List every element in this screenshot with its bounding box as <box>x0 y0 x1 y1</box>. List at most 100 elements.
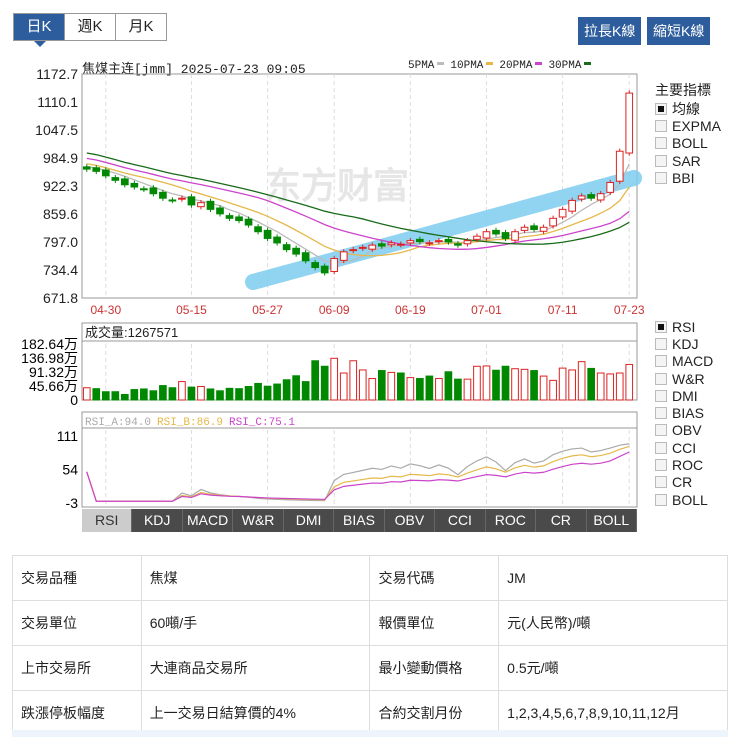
rsi-legend: RSI_A:94.0 <box>85 417 151 429</box>
rsi-line-24 <box>86 451 630 502</box>
indicator-label: 均線 <box>672 100 700 117</box>
sub-indicator-item[interactable]: DMI <box>655 387 713 404</box>
sub-indicator-item[interactable]: W&R <box>655 370 713 387</box>
main-indicator-item[interactable]: BOLL <box>655 135 721 152</box>
price-tick: 734.4 <box>43 262 78 278</box>
candle <box>168 199 177 202</box>
checkbox[interactable] <box>655 154 667 167</box>
checkbox[interactable] <box>655 441 667 454</box>
table-value: 1,2,3,4,5,6,7,8,9,10,11,12月 <box>498 690 728 736</box>
volume-bar <box>530 370 538 401</box>
table-value: 大連商品交易所 <box>140 645 371 691</box>
checkbox[interactable] <box>655 119 667 132</box>
price-tick: 1172.7 <box>36 66 78 82</box>
indicator-label: BBI <box>672 169 695 186</box>
volume-bar <box>301 381 310 401</box>
checkbox[interactable] <box>655 459 667 472</box>
main-indicator-item[interactable]: BBI <box>655 169 721 186</box>
candle <box>606 182 615 193</box>
candle <box>149 187 158 195</box>
sub-indicator-panel: RSI KDJ MACD W&R DMI BIAS OBV CCI ROC CR BOLL <box>655 318 713 508</box>
footer-bar <box>12 730 728 737</box>
volume-bar <box>235 388 243 401</box>
sub-indicator-item[interactable]: BIAS <box>655 404 713 421</box>
indicator-label: KDJ <box>672 335 699 352</box>
indicator-tab[interactable]: ROC <box>486 509 537 532</box>
volume-bar <box>292 375 300 401</box>
volume-bar <box>549 379 557 401</box>
table-label: 上市交易所 <box>12 645 142 691</box>
table-value: 0.5元/噸 <box>498 645 728 691</box>
checkbox[interactable] <box>655 102 667 115</box>
candle <box>377 243 386 247</box>
volume-bar <box>320 365 329 401</box>
main-indicator-item[interactable]: SAR <box>655 152 721 169</box>
indicator-label: RSI <box>672 318 696 335</box>
indicator-tab[interactable]: CR <box>536 509 587 532</box>
sub-indicator-item[interactable]: RSI <box>655 318 713 335</box>
table-label: 交易單位 <box>12 600 142 646</box>
price-tick: 1047.5 <box>35 122 78 138</box>
volume-bar <box>606 373 615 401</box>
main-indicator-item[interactable]: 均線 <box>655 100 721 117</box>
sub-indicator-item[interactable]: ROC <box>655 456 713 473</box>
indicator-tab[interactable]: BOLL <box>587 509 637 532</box>
candle <box>368 244 377 250</box>
sub-indicator-item[interactable]: MACD <box>655 353 713 370</box>
candle <box>301 252 310 262</box>
candle <box>568 199 576 212</box>
indicator-tab[interactable]: W&R <box>233 509 284 532</box>
checkbox[interactable] <box>655 355 667 368</box>
sub-indicator-item[interactable]: BOLL <box>655 491 713 508</box>
volume-bar <box>558 367 567 401</box>
volume-bar <box>625 363 634 401</box>
candle <box>549 217 557 227</box>
indicator-tab[interactable]: KDJ <box>132 509 183 532</box>
volume-bar <box>501 365 510 401</box>
volume-bar <box>358 369 367 401</box>
candle <box>92 167 101 172</box>
checkbox[interactable] <box>655 389 667 402</box>
sub-indicator-item[interactable]: CR <box>655 474 713 491</box>
candle <box>197 202 205 208</box>
indicator-tab[interactable]: CCI <box>435 509 486 532</box>
checkbox[interactable] <box>655 372 667 385</box>
indicator-tabs: RSI KDJ MACD W&R DMI BIAS OBV CCI ROC CR BOLL <box>82 509 637 532</box>
candle <box>577 195 586 200</box>
checkbox[interactable] <box>655 476 667 489</box>
volume-bar <box>254 382 262 401</box>
sub-indicator-item[interactable]: OBV <box>655 422 713 439</box>
volume-bar <box>120 393 129 401</box>
indicator-label: SAR <box>672 152 701 169</box>
kline-chart[interactable]: 04-30 05-15 05-27 06-09 06-19 07-01 07-11 07-23… <box>0 0 740 540</box>
indicator-tab[interactable]: OBV <box>385 509 436 532</box>
indicator-tab[interactable]: RSI <box>82 509 133 532</box>
volume-bar <box>387 371 396 401</box>
volume-bar <box>416 378 424 401</box>
volume-bar <box>368 378 377 401</box>
checkbox[interactable] <box>655 407 667 420</box>
main-indicator-panel: 主要指標 均線 EXPMA BOLL SAR BBI <box>655 80 721 186</box>
indicator-tab[interactable]: MACD <box>183 509 234 532</box>
volume-bar <box>596 372 605 401</box>
candle <box>473 235 481 240</box>
checkbox[interactable] <box>655 337 667 350</box>
volume-bar <box>587 367 596 401</box>
sub-indicator-item[interactable]: KDJ <box>655 335 713 352</box>
checkbox[interactable] <box>655 171 667 184</box>
date-label: 07-01 <box>471 303 502 317</box>
checkbox[interactable] <box>655 320 667 333</box>
candle <box>140 188 148 191</box>
checkbox[interactable] <box>655 137 667 150</box>
indicator-tab[interactable]: BIAS <box>334 509 385 532</box>
volume-bar <box>330 357 339 401</box>
sub-indicator-item[interactable]: CCI <box>655 439 713 456</box>
volume-bar <box>225 387 234 401</box>
indicator-tab[interactable]: DMI <box>284 509 335 532</box>
date-label: 04-30 <box>90 303 121 317</box>
checkbox[interactable] <box>655 424 667 437</box>
checkbox[interactable] <box>655 493 667 506</box>
candle <box>244 218 253 226</box>
main-indicator-item[interactable]: EXPMA <box>655 117 721 134</box>
candle <box>339 251 348 261</box>
